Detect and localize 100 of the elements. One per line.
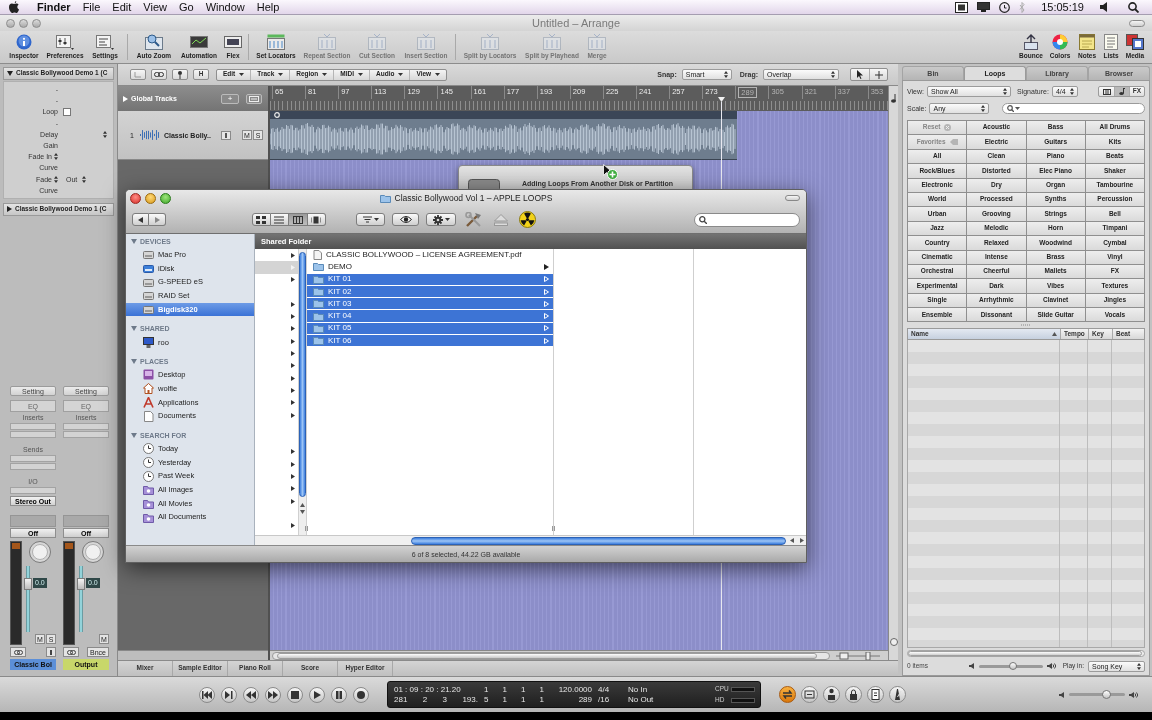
link-button[interactable] — [63, 647, 79, 657]
master-volume-slider[interactable] — [1069, 693, 1125, 696]
loop-checkbox[interactable] — [63, 107, 71, 116]
volume-thumb[interactable] — [1102, 690, 1111, 699]
track-button[interactable] — [220, 130, 231, 140]
play-bar-icon — [224, 690, 234, 699]
close-button[interactable] — [130, 192, 141, 204]
fader-thumb[interactable] — [24, 578, 32, 591]
stepper-icon[interactable] — [54, 175, 58, 183]
horizontal-scrollbar[interactable] — [907, 650, 1145, 657]
pan-knob-icon[interactable] — [82, 541, 104, 563]
pin-button[interactable] — [172, 69, 188, 80]
link-button[interactable] — [151, 69, 167, 80]
insert-slot[interactable] — [63, 423, 109, 430]
mode-button[interactable] — [889, 686, 906, 703]
film-strip-icon[interactable] — [955, 1, 969, 13]
action-menu-button[interactable] — [426, 213, 456, 226]
zoom-slider-icon[interactable] — [836, 651, 880, 660]
apple-logo-icon[interactable] — [9, 1, 19, 13]
menu-item[interactable]: Window — [199, 1, 251, 13]
preview-volume-slider[interactable] — [978, 664, 1043, 668]
play-button[interactable] — [309, 686, 325, 703]
horizontal-scrollbar[interactable] — [272, 651, 830, 660]
search-field[interactable] — [694, 212, 800, 227]
toolbar-toggle-button[interactable] — [1129, 19, 1145, 27]
menu-clock[interactable]: 15:05:19 — [1041, 1, 1084, 13]
disclosure-triangle-icon[interactable] — [7, 71, 13, 76]
stepper-icon[interactable] — [54, 153, 58, 161]
vertical-scrollbar[interactable] — [298, 249, 306, 535]
fader-track[interactable] — [26, 566, 30, 632]
volume-thumb[interactable] — [1008, 661, 1017, 670]
pan-knob-icon[interactable] — [29, 541, 51, 563]
radiation-icon[interactable] — [519, 211, 536, 228]
audio-region[interactable] — [270, 111, 737, 160]
display-icon[interactable] — [977, 2, 991, 12]
go-to-start-button[interactable] — [199, 686, 215, 703]
menu-item[interactable]: Go — [173, 1, 200, 13]
close-button[interactable] — [6, 18, 15, 28]
stop-button[interactable] — [287, 686, 303, 703]
scrollbar-thumb[interactable] — [299, 252, 306, 497]
view-button[interactable] — [1114, 87, 1129, 96]
fast-forward-button[interactable] — [265, 686, 281, 703]
horizontal-scrollbar[interactable] — [255, 535, 806, 545]
bluetooth-icon[interactable] — [1019, 1, 1026, 13]
eject-icon[interactable] — [494, 213, 508, 226]
rewind-button[interactable] — [243, 686, 259, 703]
file-row[interactable]: DEMO — [307, 261, 553, 274]
stepper-icon[interactable] — [103, 130, 107, 138]
search-icon[interactable] — [1128, 1, 1139, 13]
mode-button[interactable] — [867, 686, 884, 703]
arrange-button[interactable] — [356, 213, 385, 226]
insert-slot[interactable] — [63, 431, 109, 438]
minimize-button[interactable] — [19, 18, 28, 28]
record-button[interactable] — [353, 686, 369, 703]
speaker-icon[interactable] — [1100, 2, 1109, 12]
zoom-button[interactable] — [32, 18, 41, 28]
catch-button[interactable] — [130, 69, 146, 80]
clock-icon[interactable] — [999, 1, 1011, 13]
splitter-handle-icon[interactable] — [1021, 324, 1031, 327]
disclosure-triangle-icon[interactable] — [7, 206, 12, 213]
toolbar-toggle-button[interactable] — [785, 195, 800, 201]
fader-thumb[interactable] — [77, 578, 85, 591]
folder-icon — [379, 193, 391, 203]
menu-item[interactable]: Edit — [106, 1, 138, 13]
mode-button[interactable] — [779, 686, 796, 703]
file-row[interactable]: CLASSIC BOLLYWOOD – LICENSE AGREEMENT.pdf — [307, 249, 553, 262]
scrollbar-thumb[interactable] — [277, 652, 817, 659]
scrollbar-thumb[interactable] — [908, 651, 1142, 656]
file-row[interactable]: KIT 04 — [307, 310, 553, 323]
scrollbar-thumb[interactable] — [411, 536, 786, 545]
view-mode-button[interactable] — [252, 213, 271, 226]
back-button[interactable] — [132, 213, 149, 226]
quick-look-button[interactable] — [392, 213, 419, 226]
menu-item[interactable]: View — [137, 1, 173, 13]
fader-track[interactable] — [79, 566, 83, 632]
view-mode-button[interactable] — [289, 213, 308, 226]
menu-item[interactable]: File — [76, 1, 107, 13]
stepper-icon[interactable] — [82, 175, 87, 183]
mode-button[interactable] — [823, 686, 840, 703]
menu-item[interactable]: Help — [250, 1, 286, 13]
play-from-start-button[interactable] — [221, 686, 237, 703]
mode-button[interactable] — [845, 686, 862, 703]
zoom-button[interactable] — [160, 192, 171, 204]
global-tracks-settings-button[interactable] — [246, 93, 262, 104]
pause-button[interactable] — [331, 686, 347, 703]
search-field[interactable] — [1002, 102, 1145, 114]
minimize-button[interactable] — [145, 192, 156, 204]
link-button[interactable] — [10, 647, 26, 657]
desktop-icon — [143, 369, 154, 381]
input-format-button[interactable] — [46, 647, 56, 657]
vertical-scrollbar[interactable] — [888, 86, 898, 660]
hammer-wrench-icon[interactable] — [465, 211, 483, 228]
mode-button[interactable] — [801, 686, 818, 703]
input-slot[interactable] — [10, 487, 56, 494]
zoom-knob-icon[interactable] — [889, 638, 898, 646]
load-meter — [731, 686, 755, 692]
menu-title[interactable]: Finder — [31, 1, 77, 13]
forward-button[interactable] — [149, 213, 166, 226]
file-row[interactable]: KIT 06 — [307, 335, 553, 348]
file-row[interactable]: KIT 03 — [307, 298, 553, 311]
